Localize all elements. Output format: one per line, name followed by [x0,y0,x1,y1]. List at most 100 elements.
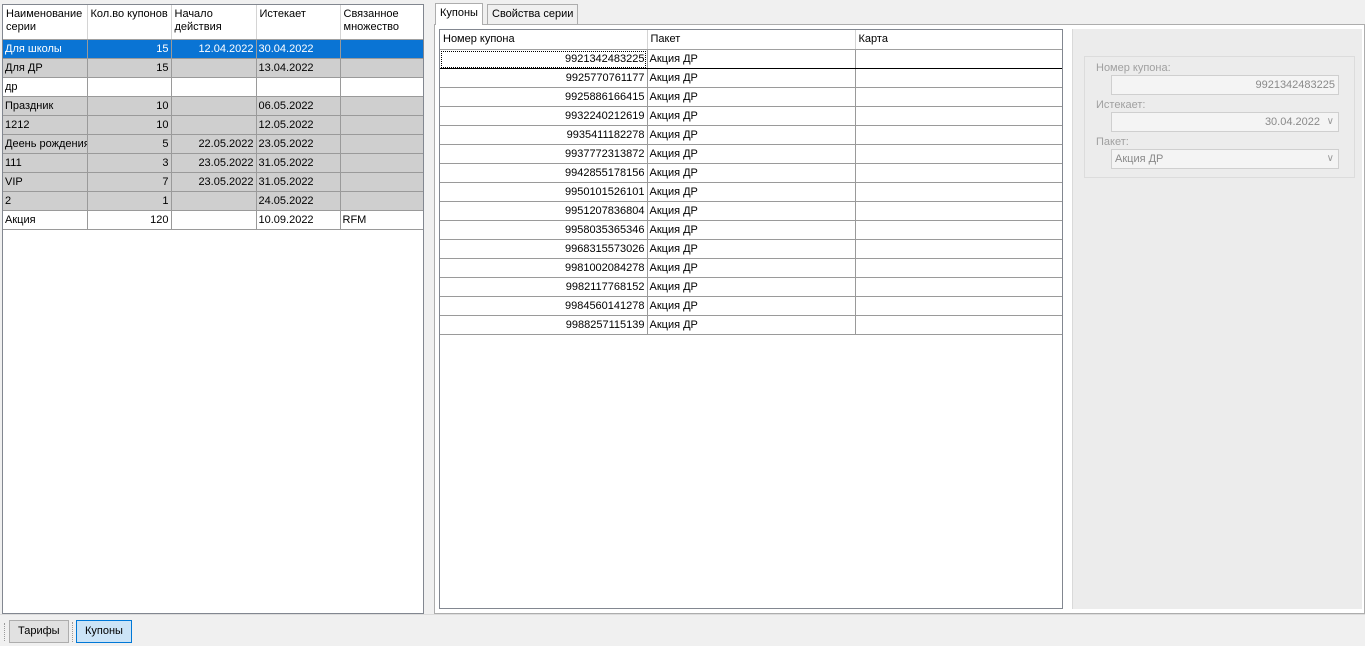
coupon-row[interactable]: 9921342483225 Акция ДР [440,49,1062,69]
card-cell[interactable] [855,201,1062,221]
start-date-cell[interactable]: 12.04.2022 [171,39,257,59]
coupon-count-cell[interactable]: 15 [87,58,172,78]
series-row[interactable]: Праздник 10 06.05.2022 [3,96,423,116]
expires-cell[interactable]: 31.05.2022 [256,153,341,173]
series-name-cell[interactable]: VIP [3,172,88,192]
coupon-number-cell[interactable]: 9925886166415 [440,87,648,107]
linked-set-cell[interactable] [340,191,423,211]
package-cell[interactable]: Акция ДР [647,125,856,145]
card-cell[interactable] [855,277,1062,297]
linked-set-cell[interactable] [340,115,423,135]
package-cell[interactable]: Акция ДР [647,239,856,259]
package-cell[interactable]: Акция ДР [647,296,856,316]
expires-cell[interactable]: 30.04.2022 [256,39,341,59]
coupon-count-cell[interactable]: 7 [87,172,172,192]
linked-set-cell[interactable] [340,58,423,78]
column-header-package[interactable]: Пакет [647,30,856,50]
coupon-count-cell[interactable]: 3 [87,153,172,173]
series-name-cell[interactable]: Для ДР [3,58,88,78]
card-cell[interactable] [855,106,1062,126]
card-cell[interactable] [855,49,1062,69]
package-cell[interactable]: Акция ДР [647,277,856,297]
series-row[interactable]: Деень рождения 5 22.05.2022 23.05.2022 [3,134,423,154]
card-cell[interactable] [855,125,1062,145]
series-row[interactable]: Акция 120 10.09.2022 RFM [3,210,423,230]
series-name-cell[interactable]: др [3,77,88,97]
card-cell[interactable] [855,68,1062,88]
coupon-number-cell[interactable]: 9925770761177 [440,68,648,88]
package-cell[interactable]: Акция ДР [647,258,856,278]
coupons-button[interactable]: Купоны [76,620,132,643]
expires-cell[interactable]: 13.04.2022 [256,58,341,78]
coupon-row[interactable]: 9932240212619 Акция ДР [440,106,1062,126]
tab-series-properties[interactable]: Свойства серии [487,4,579,24]
series-grid[interactable]: Наименование серии Кол.во купонов Начало… [2,4,424,614]
series-name-cell[interactable]: 111 [3,153,88,173]
expires-cell[interactable]: 10.09.2022 [256,210,341,230]
package-cell[interactable]: Акция ДР [647,87,856,107]
coupon-row[interactable]: 9981002084278 Акция ДР [440,258,1062,278]
linked-set-cell[interactable] [340,96,423,116]
expires-cell[interactable]: 31.05.2022 [256,172,341,192]
linked-set-cell[interactable]: RFM [340,210,423,230]
series-row[interactable]: др [3,77,423,97]
coupon-number-cell[interactable]: 9950101526101 [440,182,648,202]
package-cell[interactable]: Акция ДР [647,106,856,126]
coupon-row[interactable]: 9937772313872 Акция ДР [440,144,1062,164]
package-cell[interactable]: Акция ДР [647,315,856,335]
coupon-row[interactable]: 9988257115139 Акция ДР [440,315,1062,335]
linked-set-cell[interactable] [340,134,423,154]
coupon-number-cell[interactable]: 9981002084278 [440,258,648,278]
coupon-row[interactable]: 9982117768152 Акция ДР [440,277,1062,297]
coupon-row[interactable]: 9935411182278 Акция ДР [440,125,1062,145]
start-date-cell[interactable]: 22.05.2022 [171,134,257,154]
linked-set-cell[interactable] [340,77,423,97]
series-row[interactable]: 2 1 24.05.2022 [3,191,423,211]
coupon-number-cell[interactable]: 9921342483225 [440,49,648,69]
card-cell[interactable] [855,315,1062,335]
card-cell[interactable] [855,220,1062,240]
start-date-cell[interactable] [171,77,257,97]
start-date-cell[interactable]: 23.05.2022 [171,172,257,192]
expires-cell[interactable]: 24.05.2022 [256,191,341,211]
package-cell[interactable]: Акция ДР [647,68,856,88]
column-header-linked-set[interactable]: Связанное множество [340,5,423,40]
start-date-cell[interactable] [171,58,257,78]
coupon-number-cell[interactable]: 9984560141278 [440,296,648,316]
start-date-cell[interactable] [171,115,257,135]
column-header-expires[interactable]: Истекает [256,5,341,40]
coupon-row[interactable]: 9950101526101 Акция ДР [440,182,1062,202]
card-cell[interactable] [855,87,1062,107]
coupons-grid[interactable]: Номер купона Пакет Карта 9921342483225 Ак… [439,29,1063,609]
expires-cell[interactable]: 06.05.2022 [256,96,341,116]
expires-cell[interactable]: 23.05.2022 [256,134,341,154]
coupon-row[interactable]: 9925886166415 Акция ДР [440,87,1062,107]
linked-set-cell[interactable] [340,39,423,59]
coupon-number-cell[interactable]: 9935411182278 [440,125,648,145]
coupon-number-cell[interactable]: 9951207836804 [440,201,648,221]
package-cell[interactable]: Акция ДР [647,144,856,164]
column-header-start-date[interactable]: Начало действия [171,5,257,40]
series-name-cell[interactable]: Для школы [3,39,88,59]
series-row[interactable]: Для ДР 15 13.04.2022 [3,58,423,78]
series-name-cell[interactable]: Деень рождения [3,134,88,154]
series-name-cell[interactable]: Акция [3,210,88,230]
toolbar-grip[interactable] [4,623,7,641]
start-date-cell[interactable] [171,96,257,116]
package-cell[interactable]: Акция ДР [647,201,856,221]
card-cell[interactable] [855,144,1062,164]
coupon-row[interactable]: 9951207836804 Акция ДР [440,201,1062,221]
card-cell[interactable] [855,258,1062,278]
card-cell[interactable] [855,296,1062,316]
package-cell[interactable]: Акция ДР [647,182,856,202]
start-date-cell[interactable] [171,210,257,230]
coupon-row[interactable]: 9942855178156 Акция ДР [440,163,1062,183]
series-row[interactable]: Для школы 15 12.04.2022 30.04.2022 [3,39,423,59]
card-cell[interactable] [855,163,1062,183]
coupon-row[interactable]: 9984560141278 Акция ДР [440,296,1062,316]
expires-cell[interactable] [256,77,341,97]
coupon-number-cell[interactable]: 9958035365346 [440,220,648,240]
tab-coupons[interactable]: Купоны [435,3,483,25]
coupon-count-cell[interactable] [87,77,172,97]
tariffs-button[interactable]: Тарифы [9,620,69,643]
